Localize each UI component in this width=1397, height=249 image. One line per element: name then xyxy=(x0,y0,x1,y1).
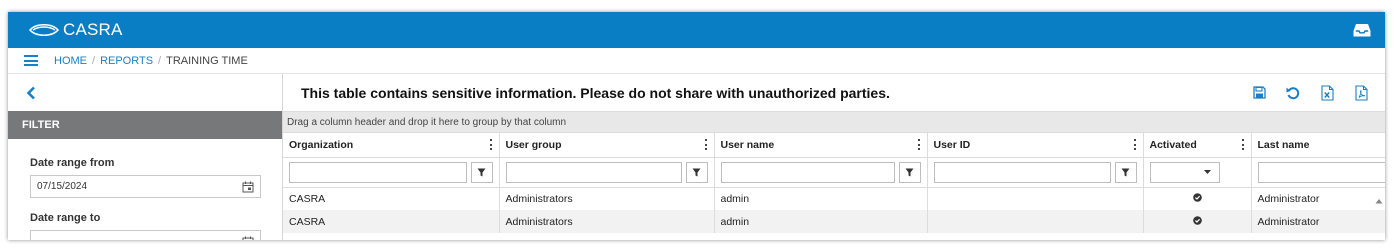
filter-cell xyxy=(714,157,928,188)
date-from-label: Date range from xyxy=(30,157,115,169)
funnel-icon[interactable] xyxy=(470,161,493,183)
brand-logo[interactable]: CASRA xyxy=(28,20,123,40)
user-name-filter-input[interactable] xyxy=(720,161,895,183)
column-menu-icon[interactable] xyxy=(1241,139,1245,150)
column-header-label: Organization xyxy=(289,138,354,151)
reset-icon[interactable] xyxy=(1283,83,1303,103)
report-header: This table contains sensitive informatio… xyxy=(283,74,1385,111)
report-toolbar xyxy=(1249,83,1371,103)
column-header-label: Activated xyxy=(1149,138,1197,151)
breadcrumb-current: TRAINING TIME xyxy=(166,54,248,67)
filter-cell xyxy=(927,157,1144,188)
last-name-cell: Administrator xyxy=(1251,210,1385,233)
column-menu-icon[interactable] xyxy=(1133,139,1137,150)
grid-header-row: Organization User group User name User I… xyxy=(283,133,1385,158)
group-panel[interactable]: Drag a column header and drop it here to… xyxy=(283,111,1385,133)
column-header-user-group[interactable]: User group xyxy=(499,133,715,158)
date-to-label: Date range to xyxy=(30,212,101,224)
breadcrumb: HOME / REPORTS / TRAINING TIME xyxy=(8,48,1385,74)
user-id-cell xyxy=(927,187,1144,210)
main-area: FILTER Date range from 07/15/2024 Date r… xyxy=(8,74,1385,240)
last-name-filter-input[interactable] xyxy=(1257,161,1385,183)
excel-export-icon[interactable] xyxy=(1317,83,1337,103)
user-id-filter-input[interactable] xyxy=(933,161,1111,183)
breadcrumb-separator: / xyxy=(92,54,96,67)
filter-title: FILTER xyxy=(8,111,282,139)
filter-cell xyxy=(283,157,500,188)
funnel-icon[interactable] xyxy=(898,161,921,183)
filter-form: Date range from 07/15/2024 Date range to xyxy=(8,139,282,240)
column-menu-icon[interactable] xyxy=(917,139,921,150)
pdf-export-icon[interactable] xyxy=(1351,83,1371,103)
user-group-cell: Administrators xyxy=(499,187,715,210)
column-header-organization[interactable]: Organization xyxy=(283,133,500,158)
sidebar-header xyxy=(8,74,282,111)
user-name-cell: admin xyxy=(714,187,928,210)
column-header-label: User ID xyxy=(933,138,971,151)
user-group-filter-input[interactable] xyxy=(505,161,682,183)
chevron-left-icon[interactable] xyxy=(26,85,40,101)
table-row[interactable]: CASRA Administrators admin Administrator xyxy=(283,187,1385,210)
inbox-icon[interactable] xyxy=(1351,19,1373,41)
sensitive-info-message: This table contains sensitive informatio… xyxy=(301,84,890,101)
casra-eye-icon xyxy=(28,23,60,37)
activated-filter-select[interactable] xyxy=(1149,161,1220,183)
save-icon[interactable] xyxy=(1249,83,1269,103)
user-id-cell xyxy=(927,210,1144,233)
calendar-icon[interactable] xyxy=(242,236,254,241)
column-header-label: User group xyxy=(505,138,562,151)
column-header-activated[interactable]: Activated xyxy=(1143,133,1252,158)
organization-cell: CASRA xyxy=(283,187,500,210)
filter-cell xyxy=(1251,157,1385,188)
activated-cell xyxy=(1143,187,1252,210)
column-menu-icon[interactable] xyxy=(704,139,708,150)
table-row[interactable]: CASRA Administrators admin Administrator xyxy=(283,210,1385,233)
date-from-value: 07/15/2024 xyxy=(37,181,88,192)
calendar-icon[interactable] xyxy=(242,181,254,193)
user-group-cell: Administrators xyxy=(499,210,715,233)
funnel-icon[interactable] xyxy=(1114,161,1137,183)
top-bar: CASRA xyxy=(8,12,1385,48)
filter-sidebar: FILTER Date range from 07/15/2024 Date r… xyxy=(8,74,283,240)
column-header-label: User name xyxy=(720,138,775,151)
organization-cell: CASRA xyxy=(283,210,500,233)
column-header-user-id[interactable]: User ID xyxy=(927,133,1144,158)
last-name-cell: Administrator xyxy=(1251,187,1385,210)
report-content: This table contains sensitive informatio… xyxy=(283,74,1385,240)
column-menu-icon[interactable] xyxy=(489,139,493,150)
breadcrumb-home[interactable]: HOME xyxy=(54,55,87,67)
breadcrumb-reports[interactable]: REPORTS xyxy=(100,55,153,67)
brand-name: CASRA xyxy=(63,20,123,39)
caret-down-icon xyxy=(1203,170,1211,174)
check-circle-icon xyxy=(1192,215,1202,225)
filter-cell xyxy=(1143,157,1252,188)
scroll-up-icon[interactable] xyxy=(1375,197,1383,205)
activated-cell xyxy=(1143,210,1252,233)
data-grid: Organization User group User name User I… xyxy=(283,133,1385,233)
column-header-user-name[interactable]: User name xyxy=(714,133,928,158)
date-to-input[interactable] xyxy=(30,230,261,240)
filter-cell xyxy=(499,157,715,188)
column-header-label: Last name xyxy=(1257,138,1310,151)
user-name-cell: admin xyxy=(714,210,928,233)
app-window: CASRA HOME / REPORTS / TRAINING TIME FIL… xyxy=(8,12,1385,240)
breadcrumb-separator: / xyxy=(158,54,162,67)
date-from-input[interactable]: 07/15/2024 xyxy=(30,175,261,198)
column-header-last-name[interactable]: Last name xyxy=(1251,133,1385,158)
hamburger-icon[interactable] xyxy=(24,55,38,66)
funnel-icon[interactable] xyxy=(685,161,708,183)
grid-filter-row xyxy=(283,157,1385,188)
check-circle-icon xyxy=(1192,192,1202,202)
organization-filter-input[interactable] xyxy=(289,161,467,183)
